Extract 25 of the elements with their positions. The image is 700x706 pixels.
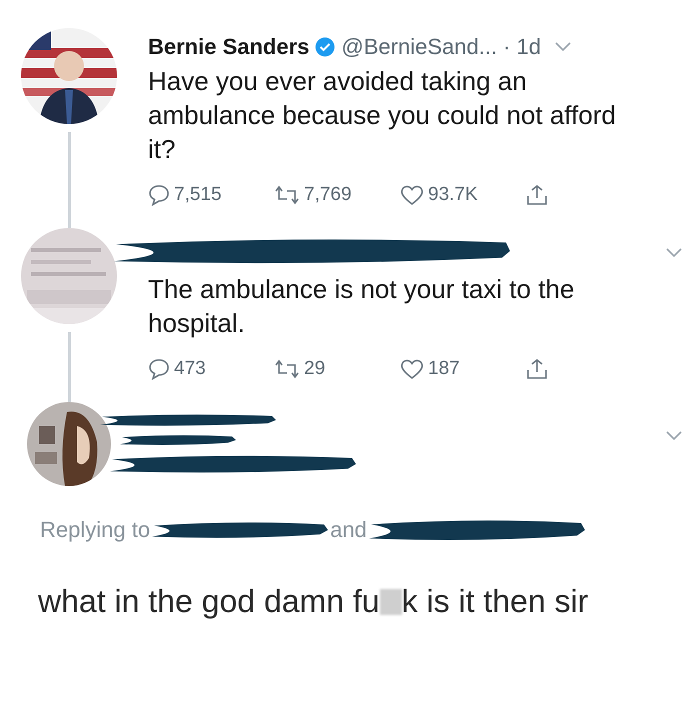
chevron-icon[interactable] <box>666 248 682 258</box>
retweet-count: 29 <box>304 358 326 380</box>
reply-text: what in the god damn fu k is it then sir <box>37 582 590 621</box>
heart-icon[interactable] <box>400 358 424 380</box>
like-count: 93.7K <box>428 184 478 206</box>
retweet-count: 7,769 <box>304 184 352 206</box>
display-name[interactable]: Bernie Sanders <box>148 34 310 60</box>
speech-bubble-icon[interactable] <box>148 358 170 380</box>
share-icon[interactable] <box>526 184 548 206</box>
tweet-text: The ambulance is not your taxi to the hospital. <box>148 273 576 340</box>
reply-count: 473 <box>174 358 206 380</box>
replying-label: Replying to <box>40 517 150 543</box>
reply-count: 7,515 <box>174 184 222 206</box>
user-handle[interactable]: @BernieSand... <box>341 34 498 60</box>
tweet-time: · 1d <box>503 34 541 60</box>
tweet-text: Have you ever avoided taking an ambulance because you could not afford it? <box>148 65 617 166</box>
replying-joiner: and <box>330 517 367 543</box>
chevron-icon[interactable] <box>666 431 682 441</box>
chevron-icon[interactable] <box>554 42 571 52</box>
share-icon[interactable] <box>526 358 548 380</box>
heart-icon[interactable] <box>400 184 424 206</box>
retweet-icon[interactable] <box>274 185 300 205</box>
speech-bubble-icon[interactable] <box>148 184 170 206</box>
like-count: 187 <box>428 358 460 380</box>
retweet-icon[interactable] <box>274 359 300 379</box>
